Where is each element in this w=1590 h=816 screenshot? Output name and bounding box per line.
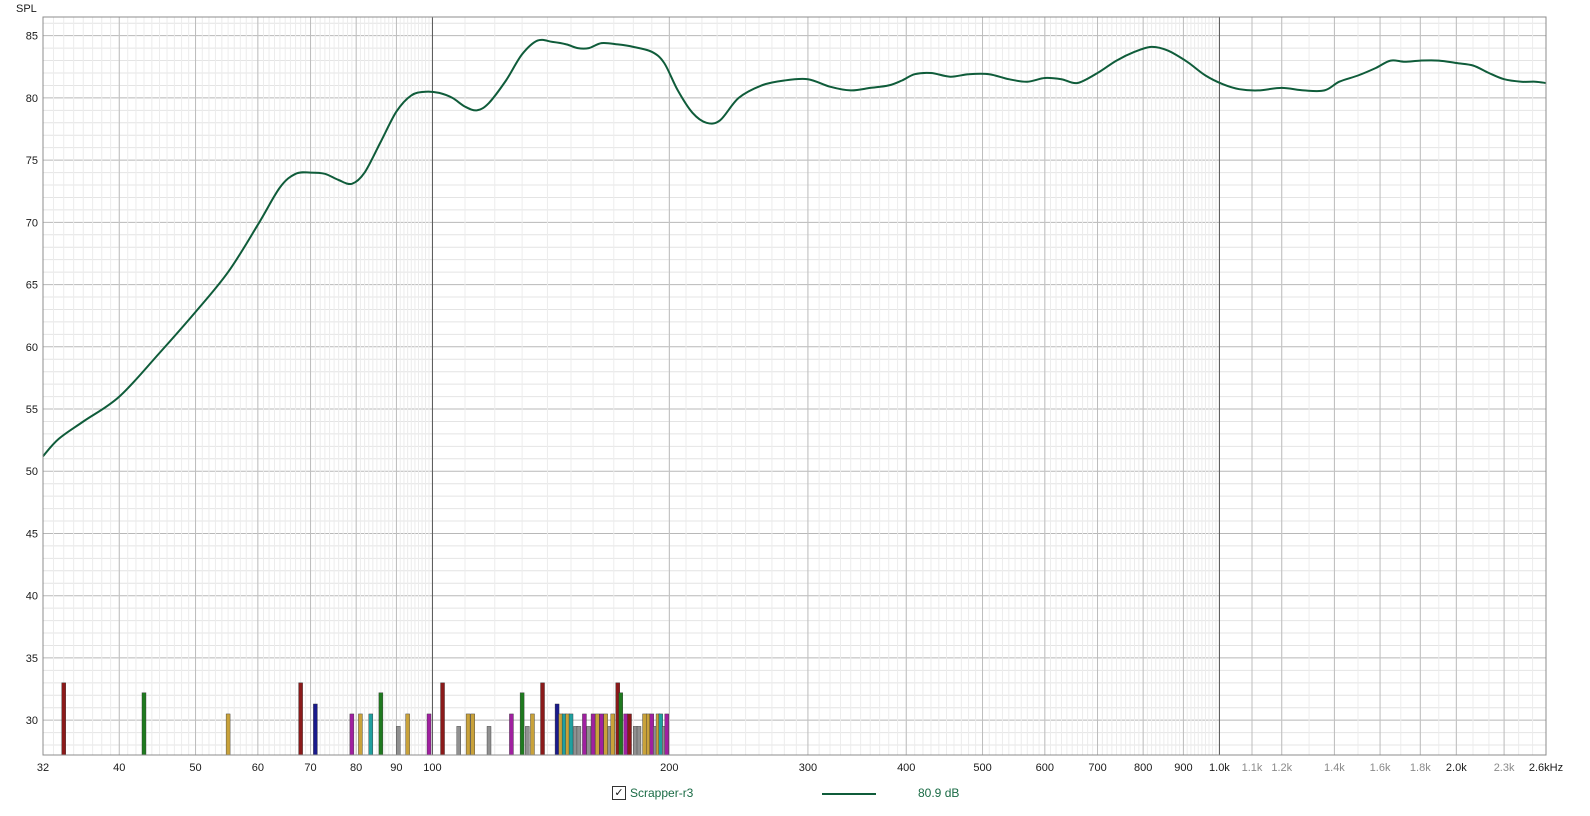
marker-bar <box>530 713 535 756</box>
x-tick-label: 900 <box>1174 762 1192 774</box>
x-tick-label: 1.8k <box>1410 762 1431 774</box>
marker-bar <box>599 713 604 756</box>
y-tick-label: 75 <box>26 155 38 167</box>
x-ticks: 32 40 50 60 70 80 90 100 200 300 400 500 600 700 800 90… <box>37 762 1563 774</box>
marker-bar <box>358 713 363 756</box>
series-layer <box>42 38 1547 457</box>
marker-bar <box>61 682 66 756</box>
marker-bar <box>486 726 492 756</box>
legend: ✓ Scrapper-r3 80.9 dB <box>0 784 1590 808</box>
x-tick-label: 2.0k <box>1446 762 1467 774</box>
x-tick-label: 90 <box>390 762 402 774</box>
x-tick-label: 2.6kHz <box>1529 762 1563 774</box>
marker-bar <box>525 726 530 756</box>
grid <box>42 17 1547 755</box>
marker-bar <box>642 713 647 756</box>
y-tick-label: 30 <box>26 715 38 727</box>
marker-bar <box>623 713 628 756</box>
x-tick-label: 80 <box>350 762 362 774</box>
y-tick-label: 50 <box>26 466 38 478</box>
marker-bar <box>465 713 471 756</box>
marker-bar <box>349 713 355 756</box>
marker-bar <box>595 713 600 756</box>
y-ticks: 30 35 40 45 50 55 60 65 70 75 80 85 <box>26 31 38 727</box>
y-tick-label: 55 <box>26 404 38 416</box>
marker-bar <box>368 713 374 756</box>
marker-bar <box>440 682 445 756</box>
marker-bar <box>225 713 231 756</box>
marker-bar <box>636 726 642 756</box>
series-line-scrapper-r3 <box>42 38 1547 457</box>
marker-bar <box>664 713 669 756</box>
marker-bar <box>509 713 514 756</box>
marker-bar <box>426 713 432 756</box>
marker-bar <box>405 713 410 756</box>
x-tick-label: 32 <box>37 762 49 774</box>
y-tick-label: 40 <box>26 591 38 603</box>
plot-frame <box>42 16 1547 756</box>
x-tick-label: 50 <box>189 762 201 774</box>
x-tick-label: 1.2k <box>1271 762 1292 774</box>
marker-bar <box>141 692 147 756</box>
y-tick-label: 85 <box>26 31 38 43</box>
y-tick-label: 35 <box>26 653 38 665</box>
marker-bar <box>610 713 615 756</box>
marker-bar <box>378 692 384 756</box>
x-tick-label: 1.4k <box>1324 762 1345 774</box>
marker-bar <box>456 726 461 756</box>
x-tick-label: 100 <box>423 762 441 774</box>
x-tick-label: 60 <box>252 762 264 774</box>
marker-bar <box>590 713 596 756</box>
marker-bar <box>313 703 318 756</box>
x-tick-label: 70 <box>304 762 316 774</box>
y-tick-label: 80 <box>26 93 38 105</box>
x-tick-label: 400 <box>897 762 915 774</box>
x-tick-label: 1.1k <box>1242 762 1263 774</box>
marker-bar <box>633 726 638 756</box>
y-tick-label: 60 <box>26 342 38 354</box>
x-tick-label: 1.0k <box>1209 762 1230 774</box>
x-tick-label: 500 <box>973 762 991 774</box>
marker-bar <box>470 713 475 756</box>
marker-bar <box>582 713 587 756</box>
marker-bar <box>618 692 623 756</box>
marker-bar <box>298 682 303 756</box>
marker-bar <box>586 726 591 756</box>
x-tick-label: 40 <box>113 762 125 774</box>
x-tick-label: 1.6k <box>1370 762 1391 774</box>
x-tick-label: 200 <box>660 762 678 774</box>
y-tick-label: 45 <box>26 528 38 540</box>
x-tick-label: 700 <box>1088 762 1106 774</box>
y-tick-label: 70 <box>26 217 38 229</box>
marker-bar <box>627 713 632 756</box>
legend-series-name: Scrapper-r3 <box>630 786 694 800</box>
marker-bar <box>568 713 574 756</box>
marker-bar <box>645 713 651 756</box>
marker-bar <box>396 726 401 756</box>
bar-markers <box>61 682 669 756</box>
frequency-response-chart: SPL 30 35 40 45 50 55 60 65 70 75 80 85 32 40 50 60 70 8… <box>16 3 1563 774</box>
y-axis-label: SPL <box>16 3 37 15</box>
marker-bar <box>603 713 608 756</box>
x-tick-label: 800 <box>1134 762 1152 774</box>
legend-line-swatch <box>822 793 876 795</box>
marker-bar <box>519 692 525 756</box>
x-tick-label: 300 <box>799 762 817 774</box>
marker-bar <box>540 682 545 756</box>
series-visibility-checkbox[interactable]: ✓ <box>612 786 626 800</box>
legend-cursor-value: 80.9 dB <box>918 786 960 800</box>
x-tick-label: 600 <box>1036 762 1054 774</box>
y-tick-label: 65 <box>26 280 38 292</box>
x-tick-label: 2.3k <box>1494 762 1515 774</box>
marker-bar <box>576 726 582 756</box>
